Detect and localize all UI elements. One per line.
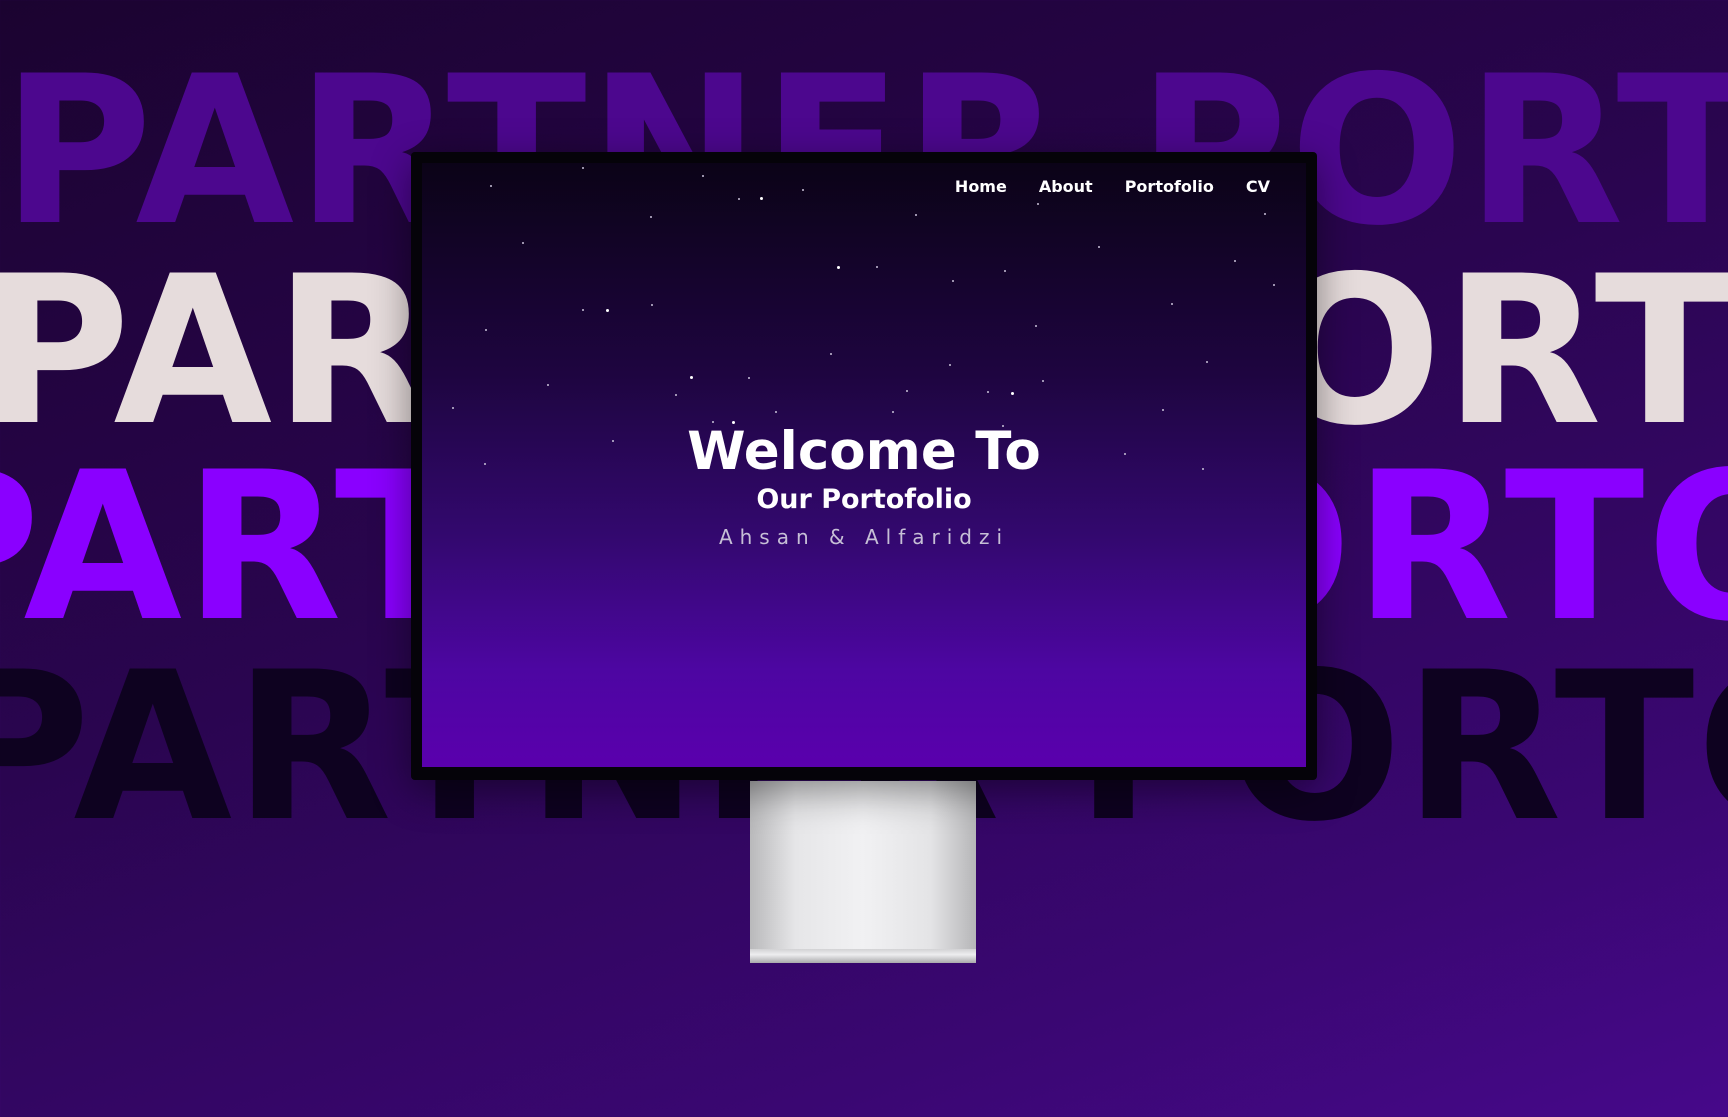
star [650,216,652,218]
hero-title: Welcome To [687,421,1041,482]
star [452,407,454,409]
star [1171,303,1173,305]
star [738,198,740,200]
star [582,167,584,169]
star [690,376,693,379]
star [1206,361,1208,363]
star [522,242,524,244]
star [906,390,908,392]
star [1035,325,1037,327]
nav-about-link[interactable]: About [1039,177,1093,196]
star [892,411,894,413]
monitor-stand [750,781,976,963]
monitor-stand-base [750,949,976,963]
star [987,391,989,393]
star [490,185,492,187]
star [651,304,653,306]
website-screen: Home About Portofolio CV Welcome To Our … [422,163,1306,767]
star [775,411,777,413]
star [802,189,804,191]
star [675,394,677,396]
nav-home-link[interactable]: Home [955,177,1007,196]
star [1264,213,1266,215]
star [952,280,954,282]
star [760,197,763,200]
star [876,266,878,268]
star [702,175,704,177]
star [1234,260,1236,262]
star [1011,392,1014,395]
nav-portofolio-link[interactable]: Portofolio [1125,177,1214,196]
star [1273,284,1275,286]
monitor-frame: Home About Portofolio CV Welcome To Our … [411,152,1317,780]
star [1042,380,1044,382]
nav-cv-link[interactable]: CV [1246,177,1270,196]
star [1004,270,1006,272]
hero-subtitle: Our Portofolio [756,484,972,515]
star [485,329,487,331]
top-nav: Home About Portofolio CV [955,177,1270,196]
hero-names: Ahsan & Alfaridzi [718,525,1010,549]
star [1098,246,1100,248]
star [748,377,750,379]
star [1037,203,1039,205]
star [606,309,609,312]
star [547,384,549,386]
star [830,353,832,355]
star [1162,409,1164,411]
star [837,266,840,269]
hero-section: Welcome To Our Portofolio Ahsan & Alfari… [422,425,1306,549]
star [915,214,917,216]
star [949,364,951,366]
star [582,309,584,311]
